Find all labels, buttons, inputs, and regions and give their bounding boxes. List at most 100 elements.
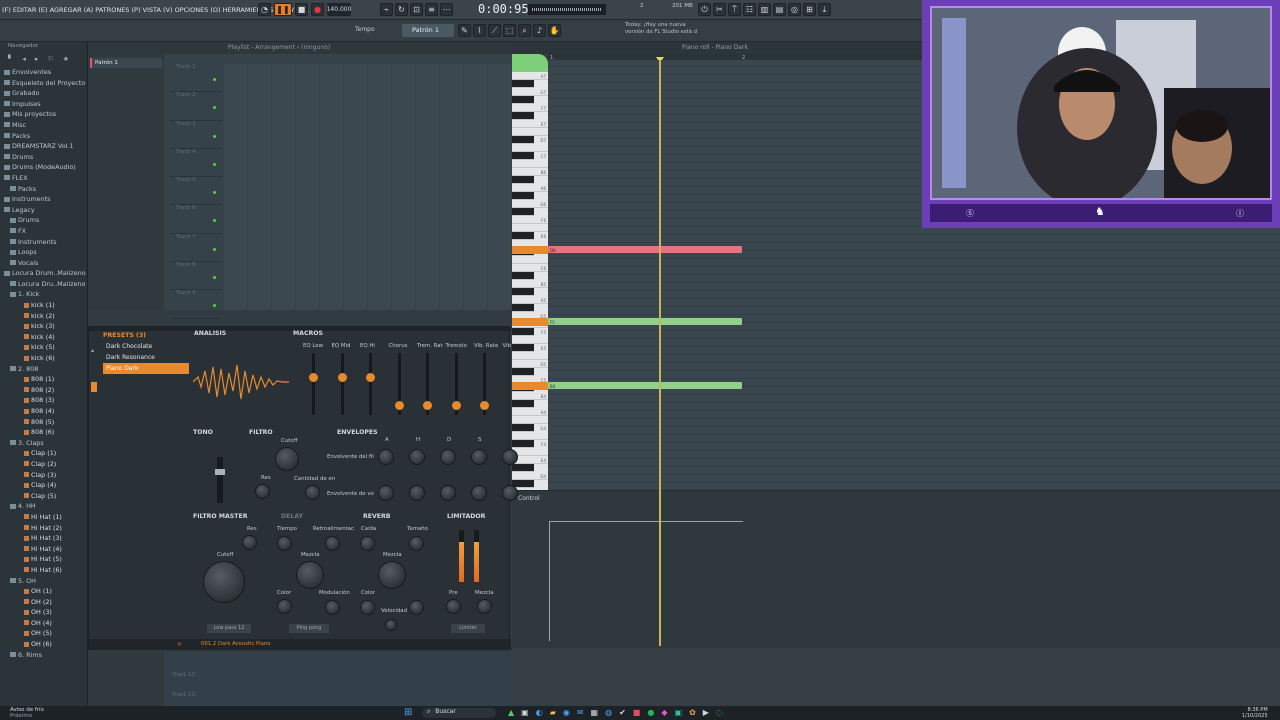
browser-item[interactable]: Clap (5) <box>0 491 87 502</box>
browser-item[interactable]: Mis proyectos <box>0 109 87 120</box>
app-edge-icon[interactable]: ◐ <box>536 708 543 717</box>
macro-slider[interactable] <box>366 353 375 415</box>
reverb-decay-knob[interactable] <box>360 536 375 551</box>
white-key[interactable] <box>512 128 548 136</box>
mic-icon[interactable]: ⍑ <box>728 3 741 16</box>
browser-item[interactable]: OH (4) <box>0 618 87 629</box>
pattern-selector[interactable]: Patrón 1 <box>402 24 454 37</box>
black-key[interactable] <box>512 136 534 144</box>
browser-item[interactable]: OH (6) <box>0 639 87 650</box>
envelope-knob[interactable] <box>409 485 425 501</box>
browser-item[interactable]: 2. 808 <box>0 364 87 375</box>
delay-feedback-knob[interactable] <box>325 536 340 551</box>
zoom-icon[interactable]: ⌕ <box>518 24 531 37</box>
piano-roll-corner-tab[interactable] <box>512 54 548 72</box>
white-key[interactable] <box>512 160 548 168</box>
black-key[interactable] <box>512 344 534 352</box>
chat-icon[interactable]: ◎ <box>788 3 801 16</box>
browser-item[interactable]: kick (4) <box>0 332 87 343</box>
browser-item[interactable]: Drums (ModeAudio) <box>0 162 87 173</box>
browser-item[interactable]: kick (6) <box>0 353 87 364</box>
browser-item[interactable]: Packs <box>0 131 87 142</box>
pingpong-button[interactable]: Ping pong <box>289 624 329 633</box>
preset-item[interactable]: Dark Resonance <box>103 352 189 363</box>
track-label[interactable]: Track 13 <box>172 692 195 698</box>
app-mail-icon[interactable]: ✉ <box>577 708 584 717</box>
envelope-knob[interactable] <box>409 449 425 465</box>
track-header[interactable]: Track 7 <box>170 234 222 263</box>
macro-slider[interactable] <box>451 353 461 415</box>
browser-item[interactable]: 808 (1) <box>0 374 87 385</box>
track-header[interactable]: Track 3 <box>170 121 222 149</box>
tono-slider[interactable] <box>215 457 225 503</box>
track-header[interactable]: Track 2 <box>170 92 222 121</box>
browser-item[interactable]: Hi Hat (1) <box>0 512 87 523</box>
filter-cutoff-knob[interactable] <box>275 447 299 471</box>
browser-item[interactable]: Locura Drum..Maiizeno <box>0 268 87 279</box>
envelope-knob[interactable] <box>471 449 487 465</box>
lowpass-button[interactable]: Low pass 12 <box>207 624 251 633</box>
browser-item[interactable]: OH (1) <box>0 586 87 597</box>
fm-color-knob[interactable] <box>277 599 292 614</box>
browser-item[interactable]: Locura Dru..Maiizeno <box>0 279 87 290</box>
power-icon[interactable]: ⏻ <box>698 3 711 16</box>
browser-item[interactable]: Legacy <box>0 205 87 216</box>
macro-slider[interactable] <box>394 353 404 415</box>
delay-mix-knob[interactable] <box>296 561 324 589</box>
browser-item[interactable]: 808 (4) <box>0 406 87 417</box>
pencil-icon[interactable]: ✎ <box>458 24 471 37</box>
macro-slider[interactable] <box>337 353 347 415</box>
browser-item[interactable]: kick (1) <box>0 300 87 311</box>
track-active-led[interactable] <box>213 106 216 110</box>
browser-item[interactable]: Hi Hat (4) <box>0 544 87 555</box>
browser-item[interactable]: Clap (1) <box>0 448 87 459</box>
delay-time-knob[interactable] <box>277 536 292 551</box>
play-pause-button[interactable]: ❚❚ <box>274 3 292 16</box>
black-key[interactable] <box>512 328 534 336</box>
browser-item[interactable]: 808 (6) <box>0 427 87 438</box>
reverb-small-knob[interactable] <box>385 619 397 631</box>
time-display[interactable]: 0:00:95 <box>478 2 529 16</box>
browser-item[interactable]: Hi Hat (2) <box>0 523 87 534</box>
macro-slider[interactable] <box>309 353 318 415</box>
app-photos-icon[interactable]: ◆ <box>661 708 667 717</box>
cut-icon[interactable]: ✂ <box>713 3 726 16</box>
piano-note[interactable]: D6 <box>548 246 742 253</box>
black-key[interactable] <box>512 176 534 184</box>
tag-icon[interactable]: ⚐ <box>47 55 53 63</box>
pattern-item[interactable]: Patrón 1 <box>90 58 162 68</box>
browser-item[interactable]: 5. OH <box>0 576 87 587</box>
mixer-icon[interactable]: ☷ <box>743 3 756 16</box>
black-key[interactable] <box>512 80 534 88</box>
white-key[interactable] <box>512 256 548 264</box>
track-active-led[interactable] <box>213 78 216 81</box>
browser-item[interactable]: 4. HH <box>0 501 87 512</box>
browser-item[interactable]: Impulses <box>0 99 87 110</box>
browser-item[interactable]: kick (5) <box>0 342 87 353</box>
white-key[interactable] <box>512 224 548 232</box>
browser-item[interactable]: OH (2) <box>0 597 87 608</box>
browser-item[interactable]: Grabado <box>0 88 87 99</box>
active-key[interactable] <box>512 318 548 326</box>
envelope-knob[interactable] <box>440 449 456 465</box>
white-key[interactable] <box>512 432 548 440</box>
delay-mod-knob[interactable] <box>325 600 340 615</box>
browser-item[interactable]: Envolventes <box>0 67 87 78</box>
black-key[interactable] <box>512 152 534 160</box>
black-key[interactable] <box>512 440 534 448</box>
track-active-led[interactable] <box>213 162 216 166</box>
macro-slider-handle[interactable] <box>394 400 404 410</box>
control-label[interactable]: Control <box>518 495 540 502</box>
filter-res-knob[interactable] <box>255 484 270 499</box>
browser-item[interactable]: Vocals <box>0 258 87 269</box>
white-key[interactable] <box>512 416 548 424</box>
browser-item[interactable]: Drums <box>0 152 87 163</box>
preset-item[interactable]: Piano Dark <box>103 363 189 374</box>
reverb-mix-knob[interactable] <box>378 561 406 589</box>
app-fl-icon[interactable]: ✿ <box>689 708 696 717</box>
file-icon[interactable]: ▘ <box>8 55 13 63</box>
macro-slider[interactable] <box>423 353 432 415</box>
app-media-icon[interactable]: ▶ <box>703 708 709 717</box>
app-check-icon[interactable]: ✔ <box>619 708 626 717</box>
app-whatsapp-icon[interactable]: ◌ <box>716 708 723 717</box>
